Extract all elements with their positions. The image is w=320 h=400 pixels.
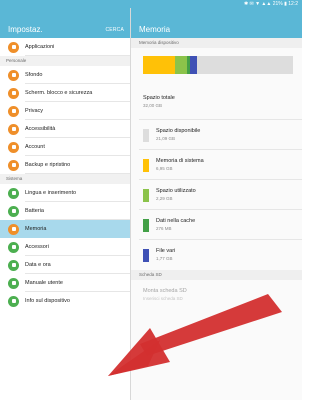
sidebar-item-battery[interactable]: Batteria bbox=[0, 202, 130, 220]
row-title: Spazio disponibile bbox=[156, 128, 201, 134]
sidebar-item-label: Manuale utente bbox=[25, 280, 63, 286]
sidebar-item-label: Sfondo bbox=[25, 72, 43, 78]
search-button[interactable]: CERCA bbox=[105, 27, 124, 33]
sidebar-item-accessibility[interactable]: Accessibilità bbox=[0, 120, 130, 138]
privacy-icon bbox=[8, 105, 19, 117]
row-value: 276 MB bbox=[156, 226, 172, 231]
cache-swatch bbox=[143, 219, 149, 232]
row-value: 21,09 GB bbox=[156, 136, 176, 141]
total-space-row: Spazio totale 32,00 GB bbox=[131, 86, 302, 120]
mount-sd-title: Monta scheda SD bbox=[143, 288, 187, 294]
row-value: 1,77 GB bbox=[156, 256, 173, 261]
sidebar-item-label: Lingua e inserimento bbox=[25, 190, 77, 196]
info-icon bbox=[8, 295, 19, 307]
status-bar: ✱ ✉ ▼ ▲▲ 21% ▮ 12:2 bbox=[0, 0, 302, 8]
storage-segment-system bbox=[143, 56, 175, 74]
sidebar-item-account[interactable]: Account bbox=[0, 138, 130, 156]
sidebar-item-sfondo[interactable]: Sfondo bbox=[0, 66, 130, 84]
manual-icon bbox=[8, 277, 19, 289]
sidebar-item-label: Backup e ripristino bbox=[25, 162, 71, 168]
apps-icon bbox=[8, 41, 19, 53]
settings-sidebar: Impostaz. CERCA Applicazioni Personale S… bbox=[0, 8, 130, 400]
storage-icon bbox=[8, 223, 19, 235]
sidebar-item-privacy[interactable]: Privacy bbox=[0, 102, 130, 120]
row-value: 2,29 GB bbox=[156, 196, 173, 201]
section-device-memory: Memoria dispositivo bbox=[131, 38, 302, 48]
page-title: Memoria bbox=[139, 25, 171, 34]
sidebar-header: Impostaz. CERCA bbox=[0, 8, 130, 38]
sidebar-item-label: Account bbox=[25, 144, 45, 150]
sidebar-title: Impostaz. bbox=[8, 25, 43, 34]
accessibility-icon bbox=[8, 123, 19, 135]
sidebar-item-manual[interactable]: Manuale utente bbox=[0, 274, 130, 292]
system-memory-row[interactable]: Memoria di sistema 6,95 GB bbox=[131, 150, 302, 180]
mount-sd-row: Monta scheda SD Inserisci scheda SD bbox=[131, 280, 302, 308]
sidebar-item-label: Accessibilità bbox=[25, 126, 56, 132]
clock-icon bbox=[8, 259, 19, 271]
sidebar-item-memoria[interactable]: Memoria bbox=[0, 220, 130, 238]
row-title: Memoria di sistema bbox=[156, 158, 204, 164]
sidebar-item-date-time[interactable]: Data e ora bbox=[0, 256, 130, 274]
available-swatch bbox=[143, 129, 149, 142]
sidebar-item-label: Accessori bbox=[25, 244, 49, 250]
memory-panel: Memoria Memoria dispositivo Spazio total… bbox=[130, 8, 302, 400]
wallpaper-icon bbox=[8, 69, 19, 81]
language-icon bbox=[8, 187, 19, 199]
used-swatch bbox=[143, 189, 149, 202]
sidebar-item-label: Applicazioni bbox=[25, 44, 55, 50]
row-value: 6,95 GB bbox=[156, 166, 173, 171]
sidebar-item-applicazioni[interactable]: Applicazioni bbox=[0, 38, 130, 56]
cache-row[interactable]: Dati nella cache 276 MB bbox=[131, 210, 302, 240]
sidebar-item-label: Batteria bbox=[25, 208, 44, 214]
sidebar-item-label: Data e ora bbox=[25, 262, 51, 268]
sidebar-item-accessori[interactable]: Accessori bbox=[0, 238, 130, 256]
total-space-title: Spazio totale bbox=[143, 95, 175, 101]
sidebar-item-label: Scherm. blocco e sicurezza bbox=[25, 90, 93, 96]
section-personale: Personale bbox=[0, 56, 130, 66]
storage-segment-misc bbox=[189, 56, 197, 74]
storage-segment-used bbox=[174, 56, 187, 74]
lock-icon bbox=[8, 87, 19, 99]
row-title: Spazio utilizzato bbox=[156, 188, 196, 194]
sidebar-item-lock-screen[interactable]: Scherm. blocco e sicurezza bbox=[0, 84, 130, 102]
row-title: Dati nella cache bbox=[156, 218, 196, 224]
battery-icon bbox=[8, 205, 19, 217]
total-space-value: 32,00 GB bbox=[143, 103, 163, 108]
sidebar-item-label: Privacy bbox=[25, 108, 44, 114]
accessories-icon bbox=[8, 241, 19, 253]
misc-swatch bbox=[143, 249, 149, 262]
sidebar-item-device-info[interactable]: Info sul dispositivo bbox=[0, 292, 130, 310]
system-swatch bbox=[143, 159, 149, 172]
available-space-row[interactable]: Spazio disponibile 21,09 GB bbox=[131, 120, 302, 150]
used-space-row[interactable]: Spazio utilizzato 2,29 GB bbox=[131, 180, 302, 210]
row-title: File vari bbox=[156, 248, 176, 254]
mount-sd-subtitle: Inserisci scheda SD bbox=[143, 296, 183, 301]
memory-header: Memoria bbox=[131, 8, 302, 38]
sidebar-item-backup[interactable]: Backup e ripristino bbox=[0, 156, 130, 174]
misc-files-row[interactable]: File vari 1,77 GB bbox=[131, 240, 302, 270]
section-sd-card: Scheda SD bbox=[131, 270, 302, 280]
sidebar-item-label: Info sul dispositivo bbox=[25, 298, 70, 304]
storage-bar-track bbox=[143, 56, 293, 74]
key-icon bbox=[8, 141, 19, 153]
sidebar-item-label: Memoria bbox=[25, 226, 47, 232]
storage-bar bbox=[131, 48, 302, 86]
backup-icon bbox=[8, 159, 19, 171]
section-sistema: Sistema bbox=[0, 174, 130, 184]
sidebar-item-language[interactable]: Lingua e inserimento bbox=[0, 184, 130, 202]
